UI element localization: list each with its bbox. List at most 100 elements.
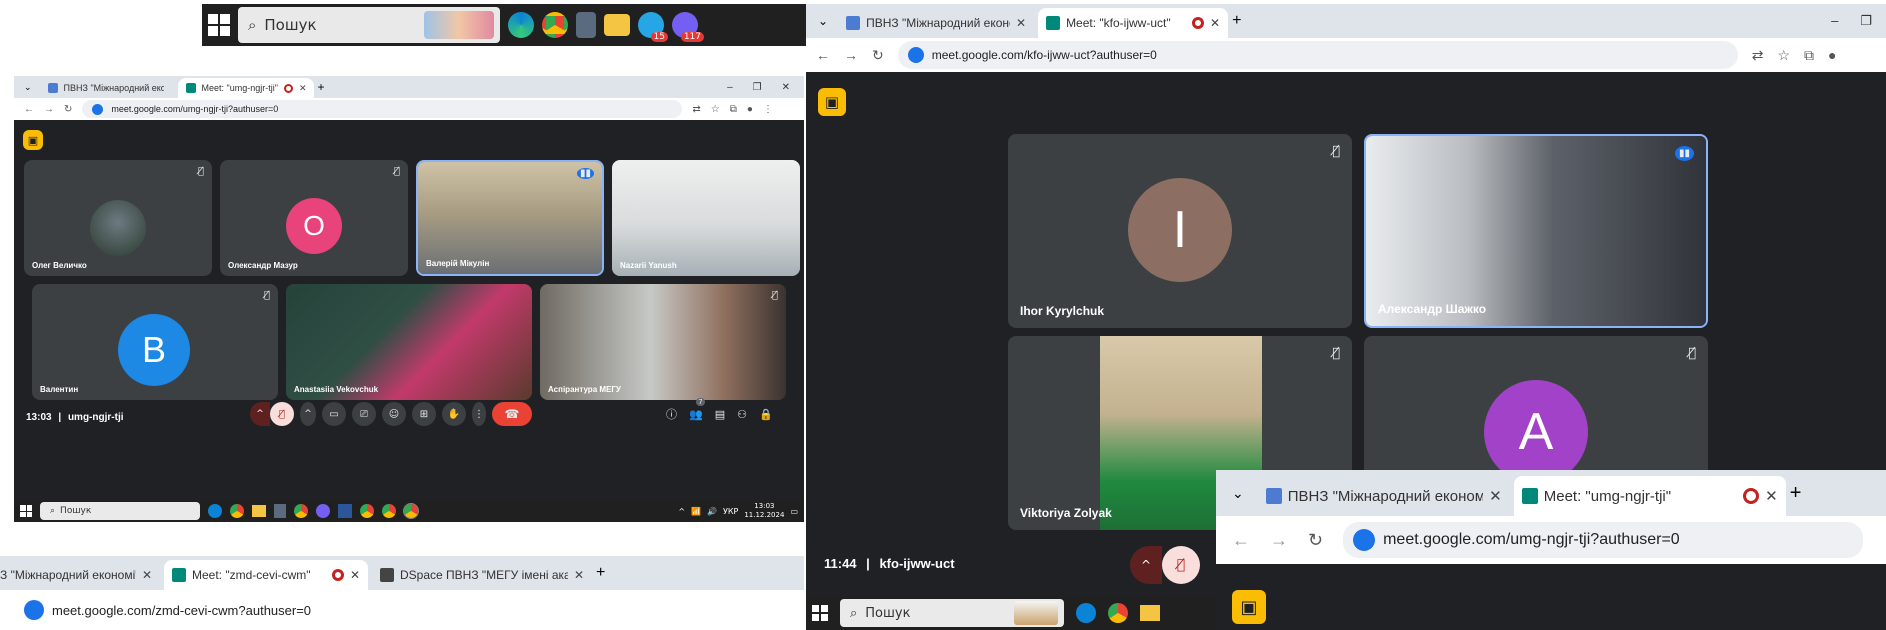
extensions-icon[interactable]: ⧉ <box>730 104 737 115</box>
chrome-icon[interactable] <box>294 504 308 518</box>
participant-tile-active-speaker[interactable]: ▮▮ Александр Шажко <box>1364 134 1708 328</box>
present-button[interactable]: ⊞ <box>412 402 436 426</box>
file-explorer-icon[interactable] <box>1140 605 1160 621</box>
mic-toggle-button[interactable]: 🎙̸ <box>270 402 294 426</box>
tab-university[interactable]: ПВНЗ "Міжнародний економі" <box>39 78 174 98</box>
end-call-button[interactable]: ☎ <box>492 402 532 426</box>
translate-icon[interactable]: ⇄ <box>692 104 700 115</box>
camera-options-button[interactable]: ^ <box>300 402 316 426</box>
profile-icon[interactable]: ● <box>747 104 753 115</box>
tab-meet[interactable]: Meet: "kfo-ijww-uct" ✕ <box>1038 8 1229 38</box>
restore-icon[interactable]: ❐ <box>753 82 762 93</box>
volume-icon[interactable]: 🔊 <box>707 507 717 516</box>
tab-dspace[interactable]: DSpace ПВНЗ "МЕГУ імені акад" ✕ <box>372 560 592 590</box>
chat-icon[interactable]: ▤ <box>715 408 725 421</box>
tab-university[interactable]: ПВНЗ "Міжнародний економі" ✕ <box>1257 476 1510 516</box>
participant-tile[interactable]: B 🎙̸ Валентин <box>32 284 278 400</box>
bookmark-star-icon[interactable]: ☆ <box>1777 47 1790 64</box>
tab-search-icon[interactable]: ⌄ <box>1222 485 1254 502</box>
edge-icon[interactable] <box>1076 603 1096 623</box>
close-tab-icon[interactable]: ✕ <box>142 568 152 582</box>
new-tab-icon[interactable]: + <box>1232 12 1241 30</box>
new-tab-icon[interactable]: + <box>318 80 325 94</box>
reload-icon[interactable]: ↻ <box>1308 530 1323 551</box>
chrome-icon[interactable] <box>1108 603 1128 623</box>
captions-button[interactable]: ⎚ <box>352 402 376 426</box>
back-icon[interactable]: ← <box>1232 530 1250 551</box>
file-explorer-icon[interactable] <box>604 14 630 36</box>
close-tab-icon[interactable]: ✕ <box>1210 16 1220 30</box>
close-tab-icon[interactable]: ✕ <box>574 568 584 582</box>
activities-icon[interactable]: ⚇ <box>737 408 747 421</box>
tab-search-icon[interactable]: ⌄ <box>20 82 36 93</box>
app-icon[interactable] <box>274 504 286 518</box>
minimize-icon[interactable]: – <box>727 82 733 93</box>
close-tab-icon[interactable]: ✕ <box>1765 487 1778 505</box>
tab-meet[interactable]: Meet: "umg-ngjr-tji" ✕ <box>1513 476 1786 516</box>
camera-toggle-button[interactable]: ▭ <box>322 402 346 426</box>
network-icon[interactable]: 📶 <box>691 507 701 516</box>
new-tab-icon[interactable]: + <box>1790 482 1802 505</box>
extensions-icon[interactable]: ⧉ <box>1804 47 1814 64</box>
forward-icon[interactable]: → <box>844 47 858 63</box>
more-options-button[interactable]: ⋮ <box>472 402 486 426</box>
tab-search-icon[interactable]: ⌄ <box>812 14 834 28</box>
close-tab-icon[interactable]: ✕ <box>350 568 360 582</box>
language-indicator[interactable]: УКР <box>723 507 738 516</box>
meeting-details-icon[interactable]: ⓘ <box>666 406 677 422</box>
windows-start-icon[interactable] <box>208 14 230 36</box>
calculator-icon[interactable] <box>576 12 596 38</box>
viber-icon[interactable]: 117 <box>672 12 704 42</box>
reload-icon[interactable]: ↻ <box>872 47 884 64</box>
back-icon[interactable]: ← <box>24 104 34 115</box>
chrome-icon[interactable] <box>542 12 568 38</box>
mic-options-button[interactable]: ^ <box>250 402 270 426</box>
new-tab-icon[interactable]: + <box>596 564 605 582</box>
chrome-icon[interactable] <box>382 504 396 518</box>
participant-tile-active-speaker[interactable]: ▮▮ Валерій Мікулін <box>416 160 604 276</box>
forward-icon[interactable]: → <box>1270 530 1288 551</box>
word-icon[interactable] <box>338 504 352 518</box>
url-field[interactable]: meet.google.com/kfo-ijww-uct?authuser=0 <box>897 41 1738 69</box>
url-field[interactable]: meet.google.com/umg-ngjr-tji?authuser=0 <box>1343 522 1864 558</box>
participant-tile[interactable]: O 🎙̸ Олександр Мазур <box>220 160 408 276</box>
taskbar-search[interactable]: ⌕ Пошук <box>40 502 200 520</box>
profile-icon[interactable]: ● <box>1828 47 1836 63</box>
participant-tile[interactable]: 🎙̸ Олег Величко <box>24 160 212 276</box>
close-tab-icon[interactable]: ✕ <box>1016 16 1026 30</box>
url-field[interactable]: meet.google.com/zmd-cevi-cwm?authuser=0 <box>0 595 780 625</box>
close-tab-icon[interactable]: ✕ <box>299 83 307 94</box>
reload-icon[interactable]: ↻ <box>64 104 72 115</box>
restore-icon[interactable]: ❐ <box>1860 13 1872 29</box>
viber-icon[interactable] <box>316 504 330 518</box>
mic-toggle-button[interactable]: 🎙̸ <box>1162 546 1200 584</box>
file-explorer-icon[interactable] <box>252 505 266 517</box>
close-window-icon[interactable]: ✕ <box>782 82 790 93</box>
taskbar-search[interactable]: ⌕ Пошук <box>238 7 500 43</box>
clock[interactable]: 13:03 11.12.2024 <box>744 502 784 520</box>
edge-icon[interactable] <box>508 12 534 38</box>
host-controls-icon[interactable]: 🔒 <box>759 408 773 421</box>
participant-tile[interactable]: 🎙̸ Аспірантура МЕГУ <box>540 284 786 400</box>
tab-meet[interactable]: Meet: "zmd-cevi-cwm" ✕ <box>164 560 368 590</box>
participant-tile[interactable]: 🎙̸ Nazarii Yanush <box>612 160 800 276</box>
mic-options-button[interactable]: ^ <box>1130 546 1162 584</box>
tray-chevron-icon[interactable]: ^ <box>678 507 685 516</box>
raise-hand-button[interactable]: ✋ <box>442 402 466 426</box>
close-tab-icon[interactable]: ✕ <box>1489 487 1502 505</box>
participant-tile[interactable]: Anastasiia Vekovchuk <box>286 284 532 400</box>
windows-start-icon[interactable] <box>812 605 828 621</box>
url-field[interactable]: meet.google.com/umg-ngjr-tji?authuser=0 <box>82 100 683 118</box>
tab-university[interactable]: ПВНЗ "Міжнародний економі" ✕ <box>838 8 1035 38</box>
edge-icon[interactable] <box>208 504 222 518</box>
telegram-icon[interactable]: 15 <box>638 12 668 42</box>
chrome-icon[interactable] <box>230 504 244 518</box>
chrome-icon[interactable] <box>403 503 419 519</box>
windows-start-icon[interactable] <box>20 505 32 517</box>
bookmark-star-icon[interactable]: ☆ <box>711 104 720 115</box>
menu-icon[interactable]: ⋮ <box>763 104 773 115</box>
chrome-icon[interactable] <box>360 504 374 518</box>
taskbar-search[interactable]: ⌕ Пошук <box>840 599 1064 627</box>
translate-icon[interactable]: ⇄ <box>1752 47 1764 64</box>
emoji-button[interactable]: ☺ <box>382 402 406 426</box>
